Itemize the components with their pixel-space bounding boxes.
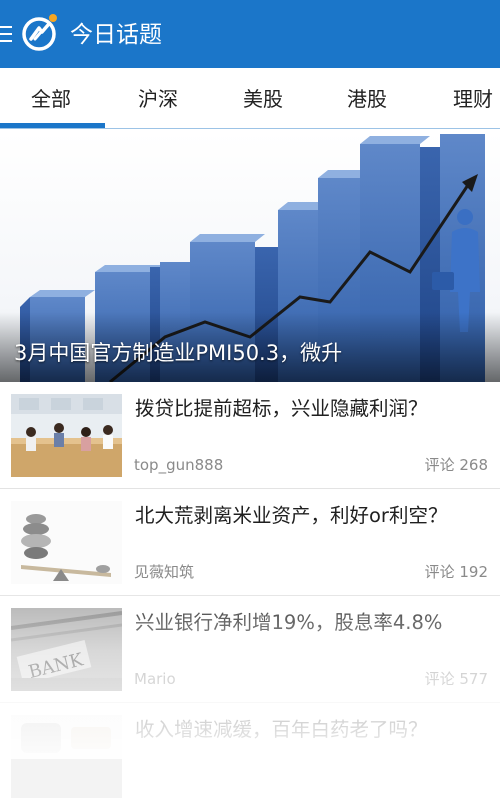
list-item[interactable]: 拨贷比提前超标，兴业隐藏利润？ top_gun888 评论 268 [0, 382, 500, 489]
tab-us-stocks[interactable]: 美股 [243, 84, 283, 114]
app-bar: 今日话题 [0, 0, 500, 68]
list-item[interactable]: BANK 兴业银行净利增19%，股息率4.8% Mario 评论 577 [0, 596, 500, 703]
balancing-stones-photo [11, 501, 122, 584]
article-author[interactable]: Mario [134, 668, 176, 690]
article-thumbnail [11, 394, 122, 477]
menu-icon[interactable] [0, 26, 12, 44]
tab-all[interactable]: 全部 [31, 84, 71, 114]
tab-wealth-management[interactable]: 理财 [453, 84, 493, 114]
tab-divider [0, 128, 500, 129]
app-logo-icon[interactable] [20, 13, 60, 53]
tab-hk-stocks[interactable]: 港股 [347, 84, 387, 114]
article-title: 兴业银行净利增19%，股息率4.8% [135, 611, 443, 634]
article-author[interactable]: 见薇知筑 [134, 561, 194, 583]
category-tabs: 全部 沪深 美股 港股 理财 [0, 68, 500, 132]
article-thumbnail: BANK [11, 608, 122, 691]
article-author[interactable]: top_gun888 [134, 454, 223, 476]
article-title: 拨贷比提前超标，兴业隐藏利润？ [135, 397, 428, 420]
article-title: 北大荒剥离米业资产，利好or利空？ [135, 504, 448, 527]
article-thumbnail [11, 501, 122, 584]
banner-caption-overlay: 3月中国官方制造业PMI50.3，微升 [0, 312, 500, 382]
comment-count: 评论 577 [424, 670, 488, 688]
list-item[interactable]: 收入增速减缓，百年白药老了吗？ [0, 703, 500, 809]
article-thumbnail [11, 715, 122, 798]
article-title: 收入增速减缓，百年白药老了吗？ [135, 718, 428, 741]
comment-count: 评论 268 [424, 456, 488, 474]
app-title: 今日话题 [70, 22, 162, 48]
bank-lobby-photo [11, 394, 122, 477]
comment-count: 评论 192 [424, 563, 488, 581]
medicine-photo [11, 715, 122, 798]
bank-sign-photo: BANK [11, 608, 122, 691]
banner-caption: 3月中国官方制造业PMI50.3，微升 [14, 341, 343, 365]
tab-shanghai-shenzhen[interactable]: 沪深 [138, 84, 178, 114]
featured-topic-banner[interactable]: 3月中国官方制造业PMI50.3，微升 [0, 132, 500, 382]
list-item[interactable]: 北大荒剥离米业资产，利好or利空？ 见薇知筑 评论 192 [0, 489, 500, 596]
